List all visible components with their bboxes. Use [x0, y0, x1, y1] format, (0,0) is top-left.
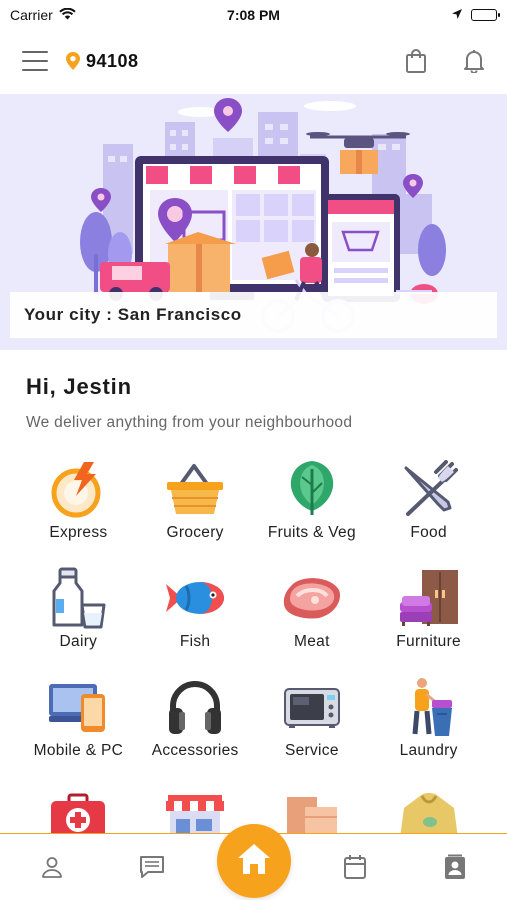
milk-bottle-icon — [46, 567, 110, 629]
location-arrow-icon — [451, 7, 463, 23]
zip-code[interactable]: 94108 — [86, 51, 139, 72]
category-food[interactable]: Food — [370, 458, 487, 567]
location-pin-icon — [66, 52, 80, 70]
bottom-nav — [0, 824, 507, 900]
laundry-icon — [397, 676, 461, 738]
category-meat[interactable]: Meat — [254, 567, 371, 676]
wardrobe-icon — [397, 567, 461, 629]
carrier-label: Carrier — [10, 7, 53, 23]
category-label: Fish — [179, 633, 211, 650]
category-label: Accessories — [151, 742, 239, 759]
category-label: Laundry — [399, 742, 458, 759]
category-express[interactable]: Express — [20, 458, 137, 567]
express-icon — [46, 458, 110, 520]
status-time: 7:08 PM — [227, 7, 280, 23]
category-mobile-pc[interactable]: Mobile & PC — [20, 676, 137, 785]
contacts-nav-icon[interactable] — [440, 852, 470, 882]
basket-icon — [163, 458, 227, 520]
category-label: Service — [284, 742, 339, 759]
category-label: Meat — [294, 633, 330, 650]
home-button[interactable] — [217, 824, 291, 898]
status-bar: Carrier 7:08 PM — [0, 0, 507, 30]
category-label: Food — [410, 524, 447, 541]
category-label: Furniture — [396, 633, 461, 650]
lettuce-icon — [280, 458, 344, 520]
status-left: Carrier — [10, 7, 180, 23]
wifi-icon — [59, 7, 76, 23]
category-accessories[interactable]: Accessories — [137, 676, 254, 785]
home-icon — [237, 843, 271, 880]
header-actions — [405, 49, 485, 73]
microwave-icon — [280, 676, 344, 738]
category-label: Express — [49, 524, 108, 541]
fork-knife-icon — [397, 458, 461, 520]
headphones-icon — [163, 676, 227, 738]
steak-icon — [280, 567, 344, 629]
city-label[interactable]: Your city : San Francisco — [10, 292, 497, 338]
status-right — [327, 7, 500, 23]
category-laundry[interactable]: Laundry — [370, 676, 487, 785]
category-label: Mobile & PC — [33, 742, 124, 759]
category-fish[interactable]: Fish — [137, 567, 254, 676]
shopping-bag-icon[interactable] — [405, 49, 427, 73]
category-fruits-veg[interactable]: Fruits & Veg — [254, 458, 371, 567]
greeting-title: Hi, Jestin — [26, 374, 132, 399]
category-dairy[interactable]: Dairy — [20, 567, 137, 676]
messages-nav-icon[interactable] — [137, 852, 167, 882]
category-furniture[interactable]: Furniture — [370, 567, 487, 676]
greeting-subtitle: We deliver anything from your neighbourh… — [26, 414, 353, 431]
menu-button[interactable] — [22, 51, 48, 71]
category-service[interactable]: Service — [254, 676, 371, 785]
bell-icon[interactable] — [463, 49, 485, 73]
devices-icon — [46, 676, 110, 738]
app-header: 94108 — [0, 36, 507, 86]
category-label: Fruits & Veg — [267, 524, 356, 541]
calendar-nav-icon[interactable] — [340, 852, 370, 882]
profile-nav-icon[interactable] — [37, 852, 67, 882]
category-grocery[interactable]: Grocery — [137, 458, 254, 567]
battery-icon — [471, 9, 500, 21]
category-label: Dairy — [59, 633, 98, 650]
fish-icon — [163, 567, 227, 629]
city-banner[interactable]: Your city : San Francisco — [0, 94, 507, 350]
category-label: Grocery — [166, 524, 224, 541]
